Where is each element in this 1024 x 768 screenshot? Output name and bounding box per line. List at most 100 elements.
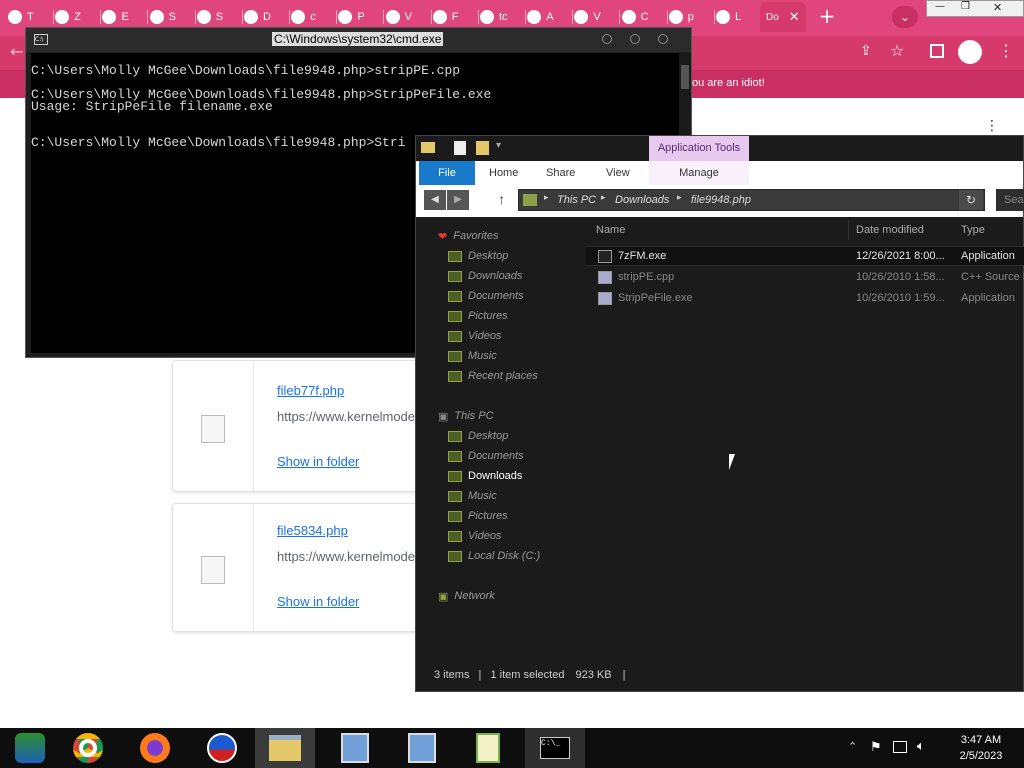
tab-manage[interactable]: Manage bbox=[649, 161, 749, 185]
nav-item[interactable]: Recent places bbox=[448, 366, 538, 386]
forward-button[interactable]: ▶ bbox=[447, 190, 469, 210]
column-date[interactable]: Date modified bbox=[856, 224, 924, 236]
download-filename[interactable]: fileb77f.php bbox=[277, 383, 344, 398]
close-button[interactable] bbox=[658, 34, 668, 44]
start-button[interactable] bbox=[0, 728, 60, 768]
taskbar-firefox[interactable] bbox=[125, 728, 185, 768]
menu-icon[interactable]: ⋮ bbox=[998, 41, 1014, 60]
cmd-icon: C:\ bbox=[34, 34, 48, 45]
taskbar-notepad[interactable] bbox=[458, 728, 518, 768]
favicon-icon bbox=[291, 10, 306, 24]
nav-item[interactable]: Local Disk (C:) bbox=[448, 546, 540, 566]
flag-icon[interactable]: ⚑ bbox=[870, 740, 882, 755]
breadcrumb-folder[interactable]: file9948.php bbox=[691, 194, 751, 206]
favicon-icon bbox=[574, 10, 589, 24]
nav-section[interactable]: ❤ Favorites bbox=[438, 226, 498, 246]
tab-home[interactable]: Home bbox=[489, 167, 518, 179]
tab-label: T bbox=[27, 11, 34, 23]
nav-item[interactable]: Downloads bbox=[448, 466, 522, 486]
file-row[interactable]: stripPE.cpp 10/26/2010 1:58... C++ Source … bbox=[586, 267, 1024, 287]
nav-item[interactable]: Music bbox=[448, 486, 497, 506]
favicon-icon bbox=[716, 10, 730, 24]
file-row[interactable]: StripPeFile.exe 10/26/2010 1:59... Applica… bbox=[586, 288, 1024, 308]
file-icon bbox=[598, 249, 612, 263]
properties-icon[interactable] bbox=[454, 141, 466, 155]
taskbar-explorer[interactable] bbox=[255, 728, 315, 768]
new-tab-button[interactable]: + bbox=[816, 6, 838, 28]
cmd-icon: C:\_ bbox=[540, 737, 570, 759]
clock[interactable]: 3:47 AM 2/5/2023 bbox=[946, 732, 1016, 764]
download-filename[interactable]: file5834.php bbox=[277, 523, 348, 538]
browser-tab[interactable]: L bbox=[716, 4, 762, 30]
more-icon[interactable]: ⋮ bbox=[985, 118, 999, 134]
volume-icon[interactable]: 🔈︎ bbox=[917, 739, 925, 754]
file-type: C++ Source F bbox=[961, 271, 1024, 283]
search-input[interactable]: Sea bbox=[996, 189, 1024, 211]
refresh-button[interactable]: ↻ bbox=[959, 190, 983, 210]
explorer-window: ▾ Application Tools File Home Share View… bbox=[415, 135, 1024, 692]
tab-label: V bbox=[593, 11, 601, 23]
minimize-button[interactable] bbox=[602, 34, 612, 44]
column-headers: Name Date modified Type bbox=[586, 220, 1024, 242]
tab-active[interactable]: Do ✕ bbox=[760, 2, 806, 32]
nav-label: This PC bbox=[454, 410, 494, 422]
maximize-button[interactable]: ❐ bbox=[961, 1, 970, 12]
explorer-titlebar[interactable]: ▾ Application Tools bbox=[416, 136, 1023, 161]
taskbar-setup[interactable] bbox=[325, 728, 385, 768]
new-folder-icon[interactable] bbox=[476, 141, 489, 155]
nav-label: Music bbox=[468, 350, 497, 362]
taskbar-chrome[interactable] bbox=[58, 728, 118, 768]
minimize-button[interactable]: — bbox=[935, 1, 945, 12]
show-in-folder-link[interactable]: Show in folder bbox=[277, 454, 359, 469]
favicon-icon bbox=[102, 10, 117, 24]
cmd-titlebar[interactable]: C:\ C:\Windows\system32\cmd.exe bbox=[26, 28, 691, 52]
folder-icon bbox=[269, 735, 301, 761]
sidepanel-icon[interactable] bbox=[930, 44, 944, 58]
download-url: https://www.kernelmode bbox=[277, 409, 416, 424]
taskbar-setup-2[interactable] bbox=[392, 728, 452, 768]
nav-item[interactable]: Music bbox=[448, 346, 497, 366]
up-button[interactable]: ↑ bbox=[498, 191, 505, 207]
windows-icon bbox=[15, 733, 45, 763]
folder-icon bbox=[448, 350, 462, 362]
nav-section[interactable]: ▣ This PC bbox=[438, 406, 494, 426]
folder-icon bbox=[448, 430, 462, 442]
file-name: StripPeFile.exe bbox=[618, 292, 693, 304]
nav-item[interactable]: Desktop bbox=[448, 426, 508, 446]
nav-item[interactable]: Documents bbox=[448, 446, 524, 466]
file-date: 10/26/2010 1:59... bbox=[856, 292, 945, 304]
back-icon[interactable]: ← bbox=[10, 42, 23, 61]
chevron-down-icon[interactable]: ⌄ bbox=[892, 6, 918, 28]
tab-label: S bbox=[168, 11, 176, 23]
nav-item[interactable]: Videos bbox=[448, 326, 501, 346]
star-icon[interactable]: ☆ bbox=[890, 41, 904, 60]
nav-section[interactable]: ▣ Network bbox=[438, 586, 495, 606]
maximize-button[interactable] bbox=[630, 34, 640, 44]
show-in-folder-link[interactable]: Show in folder bbox=[277, 594, 359, 609]
close-button[interactable]: ✕ bbox=[993, 1, 1002, 14]
file-row[interactable]: 7zFM.exe 12/26/2021 8:00... Application bbox=[586, 246, 1024, 266]
chevron-up-icon[interactable]: ⌃ bbox=[848, 740, 857, 753]
tab-share[interactable]: Share bbox=[546, 167, 575, 179]
favicon-icon bbox=[621, 10, 636, 24]
nav-item[interactable]: Pictures bbox=[448, 506, 508, 526]
back-button[interactable]: ◀ bbox=[424, 190, 446, 210]
network-icon[interactable] bbox=[893, 741, 907, 753]
nav-item[interactable]: Videos bbox=[448, 526, 501, 546]
breadcrumb-this-pc[interactable]: This PC bbox=[557, 194, 596, 206]
close-icon[interactable]: ✕ bbox=[789, 9, 800, 25]
nav-label: Favorites bbox=[453, 230, 499, 242]
chevron-down-icon[interactable]: ▾ bbox=[496, 140, 501, 151]
tab-file[interactable]: File bbox=[419, 161, 475, 185]
column-name[interactable]: Name bbox=[596, 224, 625, 236]
address-bar[interactable]: ▸ This PC ▸ Downloads ▸ file9948.php bbox=[518, 189, 985, 211]
taskbar-app[interactable] bbox=[192, 728, 252, 768]
avatar[interactable] bbox=[958, 40, 982, 64]
tab-view[interactable]: View bbox=[606, 167, 630, 179]
column-type[interactable]: Type bbox=[961, 224, 985, 236]
taskbar-cmd[interactable]: C:\_ bbox=[525, 728, 585, 768]
tab-label: L bbox=[735, 11, 742, 23]
status-selected: 1 item selected bbox=[490, 669, 565, 681]
share-icon[interactable]: ⇪ bbox=[860, 43, 872, 59]
breadcrumb-downloads[interactable]: Downloads bbox=[615, 194, 669, 206]
